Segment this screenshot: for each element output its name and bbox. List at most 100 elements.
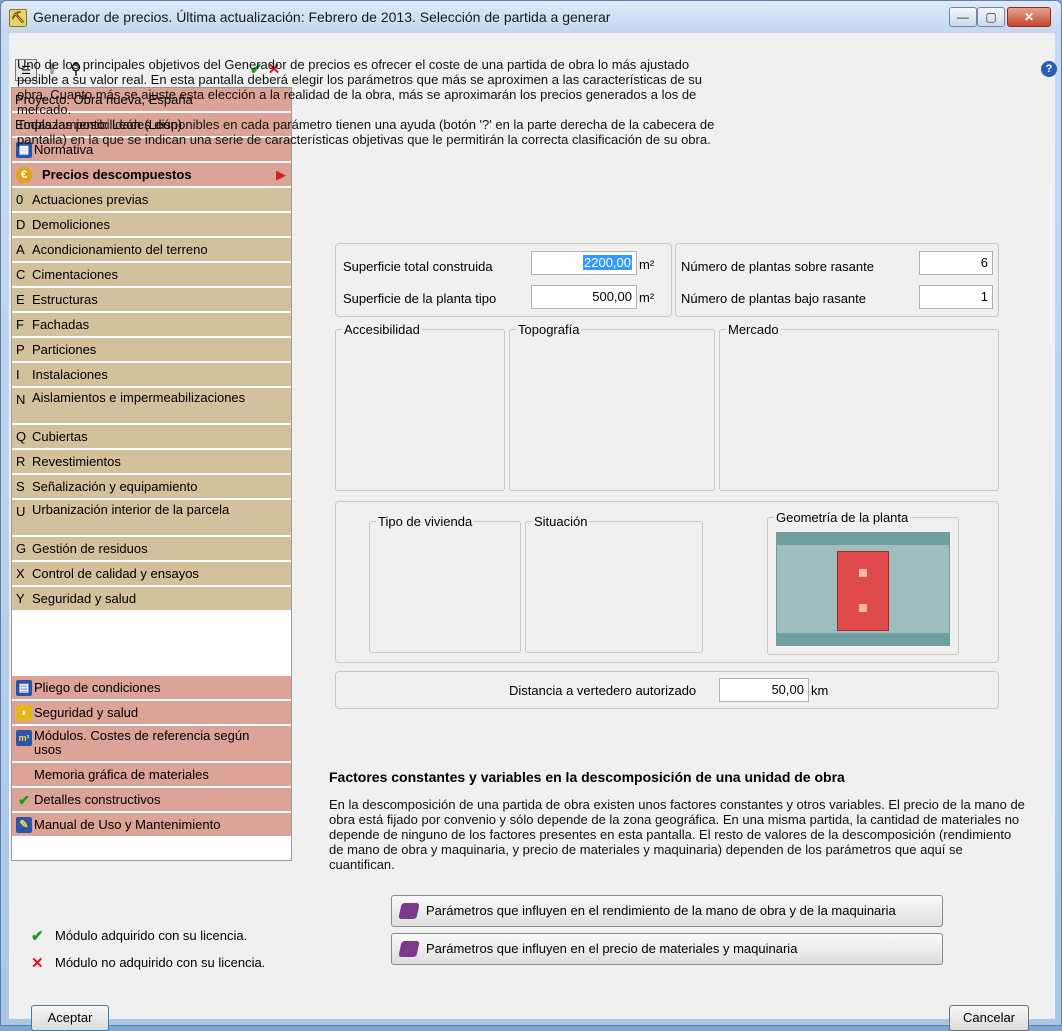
plan-band-top	[777, 533, 949, 545]
sup-total-unit: m²	[639, 257, 655, 272]
chapter-item[interactable]: U Urbanización interior de la parcela	[12, 500, 291, 536]
accept-button[interactable]: Aceptar	[31, 1005, 109, 1031]
situacion-group[interactable]: Situación	[525, 514, 703, 653]
tree-item-memoria[interactable]: Memoria gráfica de materiales	[12, 763, 291, 787]
sup-total-field[interactable]: 2200,00	[531, 251, 637, 275]
chapter-code: N	[16, 392, 26, 407]
check-icon: ✔	[31, 928, 44, 945]
chapter-code: E	[16, 292, 25, 307]
group-title: Topografía	[516, 322, 582, 337]
chapter-label: Señalización y equipamiento	[32, 479, 198, 494]
chapter-item[interactable]: A Acondicionamiento del terreno	[12, 238, 291, 262]
chapter-item[interactable]: C Cimentaciones	[12, 263, 291, 287]
chapter-label: Actuaciones previas	[32, 192, 149, 207]
book-icon	[398, 903, 420, 919]
sup-tipo-unit: m²	[639, 290, 655, 305]
tree-item-detalles[interactable]: ✔ Detalles constructivos	[12, 788, 291, 812]
chapter-tree: Proyecto: Obra nueva, España Emplazamien…	[11, 87, 292, 861]
arrow-right-icon: ▶	[276, 167, 286, 182]
chapter-label: Particiones	[32, 342, 97, 357]
topografia-group[interactable]: Topografía	[509, 322, 715, 491]
sup-total-value: 2200,00	[583, 255, 632, 270]
chapter-code: F	[16, 317, 24, 332]
group-title: Mercado	[726, 322, 781, 337]
cancel-button[interactable]: Cancelar	[949, 1005, 1029, 1031]
help-icon[interactable]: ?	[1041, 61, 1057, 77]
cross-icon: ✕	[31, 955, 44, 972]
chapter-item[interactable]: F Fachadas	[12, 313, 291, 337]
tipo-vivienda-group[interactable]: Tipo de vivienda	[369, 514, 521, 653]
wrench-icon: ✎	[16, 817, 32, 833]
plan-core	[837, 551, 889, 631]
chapter-label: Control de calidad y ensayos	[32, 566, 199, 581]
chapter-item[interactable]: E Estructuras	[12, 288, 291, 312]
chapter-item[interactable]: I Instalaciones	[12, 363, 291, 387]
chapter-code: X	[16, 566, 25, 581]
factores-heading: Factores constantes y variables en la de…	[329, 769, 845, 785]
tree-item-label: Módulos. Costes de referencia según usos	[34, 728, 250, 757]
minimize-button[interactable]: —	[949, 7, 977, 27]
chapter-code: S	[16, 479, 25, 494]
plantas-sobre-field[interactable]: 6	[919, 251, 993, 275]
chapter-item[interactable]: S Señalización y equipamiento	[12, 475, 291, 499]
chapter-item[interactable]: D Demoliciones	[12, 213, 291, 237]
chapter-item[interactable]: 0 Actuaciones previas	[12, 188, 291, 212]
tree-item-pliego[interactable]: ▤ Pliego de condiciones	[12, 676, 291, 700]
tree-item-label: Memoria gráfica de materiales	[34, 767, 209, 782]
tree-item-modulos[interactable]: m² Módulos. Costes de referencia según u…	[12, 726, 291, 762]
sup-tipo-field[interactable]: 500,00	[531, 285, 637, 309]
chapter-code: I	[16, 367, 20, 382]
tree-item-label: Detalles constructivos	[34, 792, 161, 807]
chapter-code: U	[16, 504, 26, 519]
sup-total-label: Superficie total construida	[343, 259, 493, 274]
plan-core-mark	[859, 569, 867, 577]
plantas-bajo-field[interactable]: 1	[919, 285, 993, 309]
intro-text: Uno de los principales objetivos del Gen…	[17, 57, 727, 147]
chapter-code: Y	[16, 591, 25, 606]
chapter-label: Cubiertas	[32, 429, 88, 444]
main-window: ⛏ Generador de precios. Última actualiza…	[0, 0, 1062, 1031]
chapter-item[interactable]: P Particiones	[12, 338, 291, 362]
chapter-label: Urbanización interior de la parcela	[32, 502, 230, 517]
tree-item-label: Seguridad y salud	[34, 705, 139, 720]
chapter-label: Gestión de residuos	[32, 541, 148, 556]
accesibilidad-group[interactable]: Accesibilidad	[335, 322, 505, 491]
geometria-group[interactable]: Geometría de la planta	[767, 510, 959, 655]
floor-plan-diagram	[776, 532, 950, 646]
chapter-label: Seguridad y salud	[32, 591, 137, 606]
chapter-label: Instalaciones	[32, 367, 108, 382]
chapter-item[interactable]: N Aislamientos e impermeabilizaciones	[12, 388, 291, 424]
chapter-item[interactable]: Q Cubiertas	[12, 425, 291, 449]
tree-item-label: Precios descompuestos	[42, 167, 192, 182]
mercado-group[interactable]: Mercado	[719, 322, 999, 491]
chapter-item[interactable]: Y Seguridad y salud	[12, 587, 291, 611]
chapter-code: C	[16, 267, 26, 282]
tree-item-manual[interactable]: ✎ Manual de Uso y Mantenimiento	[12, 813, 291, 837]
tree-item-label: Manual de Uso y Mantenimiento	[34, 817, 221, 832]
title-bar: ⛏ Generador de precios. Última actualiza…	[1, 1, 1061, 33]
chapter-item[interactable]: X Control de calidad y ensayos	[12, 562, 291, 586]
close-button[interactable]: ✕	[1007, 7, 1051, 27]
window-title: Generador de precios. Última actualizaci…	[33, 9, 611, 25]
plantas-sobre-label: Número de plantas sobre rasante	[681, 259, 874, 274]
rendimiento-button[interactable]: Parámetros que influyen en el rendimient…	[391, 895, 943, 927]
left-panel: ☰ ⬆ ⚲ ✔ ✕ Proyecto: Obra nueva, España E…	[11, 53, 292, 979]
legend-label: Módulo adquirido con su licencia.	[55, 928, 248, 943]
chapter-code: D	[16, 217, 26, 232]
distancia-field[interactable]: 50,00	[719, 678, 809, 702]
chapter-item[interactable]: R Revestimientos	[12, 450, 291, 474]
intro-paragraph: Todas las posibilidades disponibles en c…	[17, 117, 715, 147]
button-label: Parámetros que influyen en el precio de …	[426, 941, 798, 956]
precio-button[interactable]: Parámetros que influyen en el precio de …	[391, 933, 943, 965]
chapter-item[interactable]: G Gestión de residuos	[12, 537, 291, 561]
chapter-code: P	[16, 342, 25, 357]
tree-item-precios[interactable]: € Precios descompuestos ▶	[12, 163, 291, 187]
chapter-code: 0	[16, 192, 24, 207]
check-icon: ✔	[18, 792, 30, 808]
chapter-label: Fachadas	[32, 317, 90, 332]
chapter-label: Acondicionamiento del terreno	[32, 242, 208, 257]
app-icon: ⛏	[9, 9, 27, 27]
tree-item-seguridad[interactable]: ◗ Seguridad y salud	[12, 701, 291, 725]
maximize-button[interactable]: ▢	[977, 7, 1005, 27]
chapter-code: A	[16, 242, 25, 257]
